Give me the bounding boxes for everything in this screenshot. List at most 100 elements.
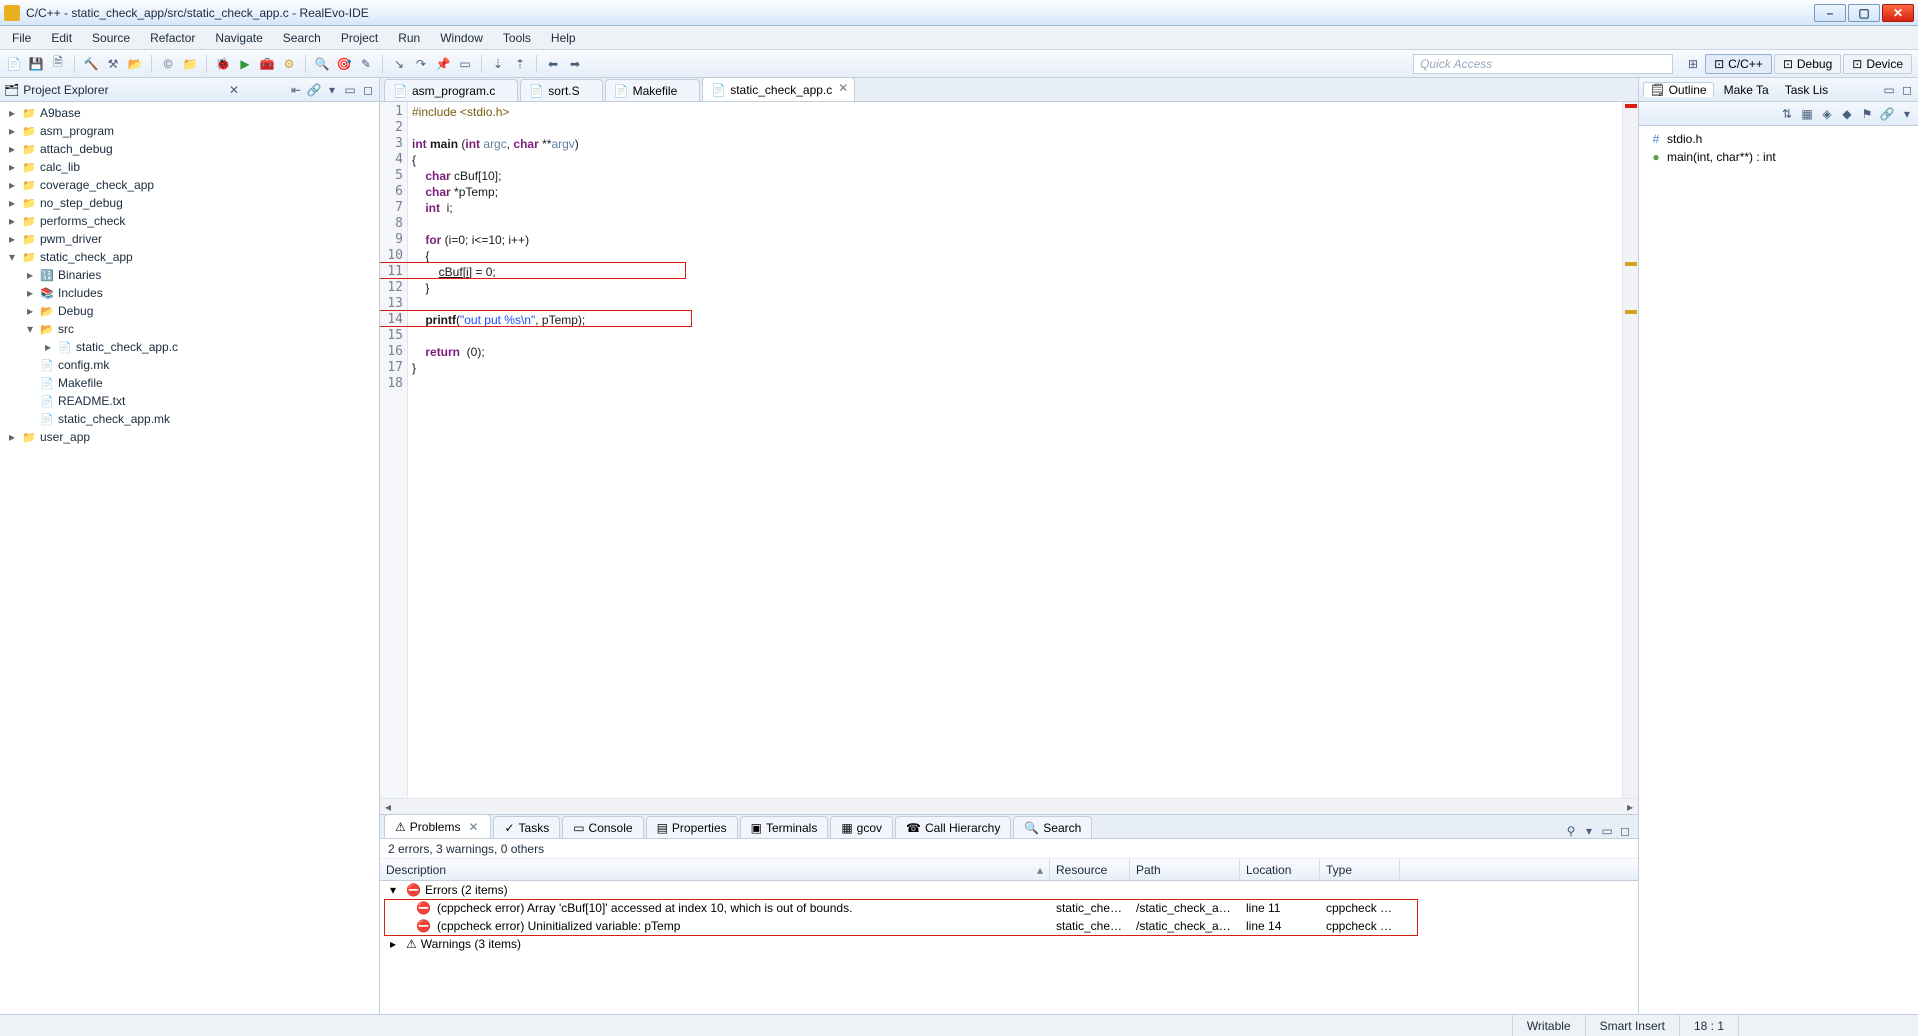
tree-item[interactable]: 📄static_check_app.mk [0, 410, 379, 428]
code-editor[interactable]: 1 2 3 4 5 6 7 8 9 10 11 12 13 14 15 16 1… [380, 102, 1638, 798]
bottom-tab-terminals[interactable]: ▣Terminals [740, 816, 829, 838]
tree-item[interactable]: 📄README.txt [0, 392, 379, 410]
view-menu-icon[interactable]: ▾ [325, 83, 339, 97]
perspective-debug[interactable]: ⊡Debug [1774, 54, 1841, 74]
problem-row[interactable]: ⛔(cppcheck error) Array 'cBuf[10]' acces… [380, 899, 1638, 917]
outline-item[interactable]: ●main(int, char**) : int [1643, 148, 1914, 166]
tree-item[interactable]: ▸📁no_step_debug [0, 194, 379, 212]
bottom-tab-console[interactable]: ▭Console [562, 816, 643, 838]
editor-tab[interactable]: 📄static_check_app.c✕ [702, 77, 855, 101]
save-all-icon[interactable]: 🗎 [48, 54, 68, 74]
tree-item[interactable]: ▸📂Debug [0, 302, 379, 320]
folder-icon[interactable]: 📂 [125, 54, 145, 74]
tree-item[interactable]: ▸📁A9base [0, 104, 379, 122]
close-icon[interactable]: ✕ [468, 820, 480, 834]
bottom-tab-search[interactable]: 🔍Search [1013, 816, 1092, 838]
tree-item[interactable]: ▸📚Includes [0, 284, 379, 302]
back-icon[interactable]: ⬅ [543, 54, 563, 74]
toggle-mark-icon[interactable]: ✎ [356, 54, 376, 74]
menu-run[interactable]: Run [388, 28, 430, 48]
view-menu-icon[interactable]: ▾ [1900, 107, 1914, 121]
bottom-tab-gcov[interactable]: ▦gcov [830, 816, 893, 838]
tree-item[interactable]: ▸📁user_app [0, 428, 379, 446]
editor-tab[interactable]: 📄sort.S [520, 79, 602, 101]
link-icon[interactable]: 🔗 [1880, 107, 1894, 121]
minimize-button[interactable]: – [1814, 4, 1846, 22]
column-header[interactable]: Resource [1050, 859, 1130, 880]
tree-item[interactable]: 📄Makefile [0, 374, 379, 392]
menu-edit[interactable]: Edit [41, 28, 82, 48]
run-icon[interactable]: ▶ [235, 54, 255, 74]
filter-icon[interactable]: ⚑ [1860, 107, 1874, 121]
tree-item[interactable]: ▸📁pwm_driver [0, 230, 379, 248]
hide-fields-icon[interactable]: ▦ [1800, 107, 1814, 121]
bottom-tab-properties[interactable]: ▤Properties [646, 816, 738, 838]
outline-tab[interactable]: Task Lis [1779, 83, 1834, 97]
overview-ruler[interactable] [1622, 102, 1638, 798]
close-button[interactable]: ✕ [1882, 4, 1914, 22]
problems-table[interactable]: Description▴ResourcePathLocationType ▾⛔E… [380, 859, 1638, 1014]
outline-tab[interactable]: 🗒 Outline [1643, 82, 1714, 97]
toggle-breadcrumb-icon[interactable]: ▭ [455, 54, 475, 74]
problem-group[interactable]: ▾⛔Errors (2 items) [380, 881, 1638, 899]
horizontal-scrollbar[interactable]: ◂ ▸ [380, 798, 1638, 814]
search-icon[interactable]: 🔍 [312, 54, 332, 74]
menu-navigate[interactable]: Navigate [205, 28, 272, 48]
problem-group[interactable]: ▸⚠Warnings (3 items) [380, 935, 1638, 953]
quick-access-input[interactable]: Quick Access [1413, 54, 1673, 74]
perspective-cc[interactable]: ⊡C/C++ [1705, 54, 1772, 74]
tree-item[interactable]: ▸📁attach_debug [0, 140, 379, 158]
column-header[interactable]: Description▴ [380, 859, 1050, 880]
view-menu-icon[interactable]: ▾ [1582, 824, 1596, 838]
debug-icon[interactable]: 🐞 [213, 54, 233, 74]
bottom-tab-callhierarchy[interactable]: ☎Call Hierarchy [895, 816, 1011, 838]
new-folder-icon[interactable]: 📁 [180, 54, 200, 74]
menu-help[interactable]: Help [541, 28, 586, 48]
tree-item[interactable]: ▸📄static_check_app.c [0, 338, 379, 356]
close-icon[interactable]: ✕ [227, 83, 241, 97]
bottom-tab-problems[interactable]: ⚠Problems✕ [384, 814, 491, 838]
menu-tools[interactable]: Tools [493, 28, 541, 48]
hide-static-icon[interactable]: ◈ [1820, 107, 1834, 121]
menu-file[interactable]: File [2, 28, 41, 48]
tree-item[interactable]: ▸📁calc_lib [0, 158, 379, 176]
hide-non-public-icon[interactable]: ◆ [1840, 107, 1854, 121]
code-area[interactable]: #include <stdio.h>int main (int argc, ch… [408, 102, 1622, 798]
step-into-icon[interactable]: ↘ [389, 54, 409, 74]
step-over-icon[interactable]: ↷ [411, 54, 431, 74]
prev-annotation-icon[interactable]: ⇡ [510, 54, 530, 74]
menu-window[interactable]: Window [430, 28, 493, 48]
new-class-icon[interactable]: © [158, 54, 178, 74]
outline-tab[interactable]: Make Ta [1718, 83, 1775, 97]
maximize-icon[interactable]: ◻ [1900, 83, 1914, 97]
scroll-left-icon[interactable]: ◂ [380, 800, 396, 814]
menu-search[interactable]: Search [273, 28, 331, 48]
menu-project[interactable]: Project [331, 28, 388, 48]
project-tree[interactable]: ▸📁A9base▸📁asm_program▸📁attach_debug▸📁cal… [0, 102, 379, 1014]
profile-icon[interactable]: ⚙ [279, 54, 299, 74]
menu-refactor[interactable]: Refactor [140, 28, 205, 48]
outline-tree[interactable]: #stdio.h●main(int, char**) : int [1639, 126, 1918, 170]
sort-icon[interactable]: ⇅ [1780, 107, 1794, 121]
tree-item[interactable]: ▸📁asm_program [0, 122, 379, 140]
external-tools-icon[interactable]: 🧰 [257, 54, 277, 74]
tree-item[interactable]: ▸📁performs_check [0, 212, 379, 230]
minimize-icon[interactable]: ▭ [343, 83, 357, 97]
collapse-all-icon[interactable]: ⇤ [289, 83, 303, 97]
filter-icon[interactable]: ⚲ [1564, 824, 1578, 838]
tree-item[interactable]: ▸🔢Binaries [0, 266, 379, 284]
build-all-icon[interactable]: ⚒ [103, 54, 123, 74]
link-editor-icon[interactable]: 🔗 [307, 83, 321, 97]
outline-item[interactable]: #stdio.h [1643, 130, 1914, 148]
tree-item[interactable]: ▾📂src [0, 320, 379, 338]
tree-item[interactable]: ▾📁static_check_app [0, 248, 379, 266]
tree-item[interactable]: ▸📁coverage_check_app [0, 176, 379, 194]
tree-item[interactable]: 📄config.mk [0, 356, 379, 374]
scroll-right-icon[interactable]: ▸ [1622, 800, 1638, 814]
forward-icon[interactable]: ➡ [565, 54, 585, 74]
save-icon[interactable]: 💾 [26, 54, 46, 74]
perspective-device[interactable]: ⊡Device [1843, 54, 1912, 74]
open-type-icon[interactable]: 🎯 [334, 54, 354, 74]
minimize-icon[interactable]: ▭ [1882, 83, 1896, 97]
close-tab-icon[interactable]: ✕ [836, 81, 850, 95]
